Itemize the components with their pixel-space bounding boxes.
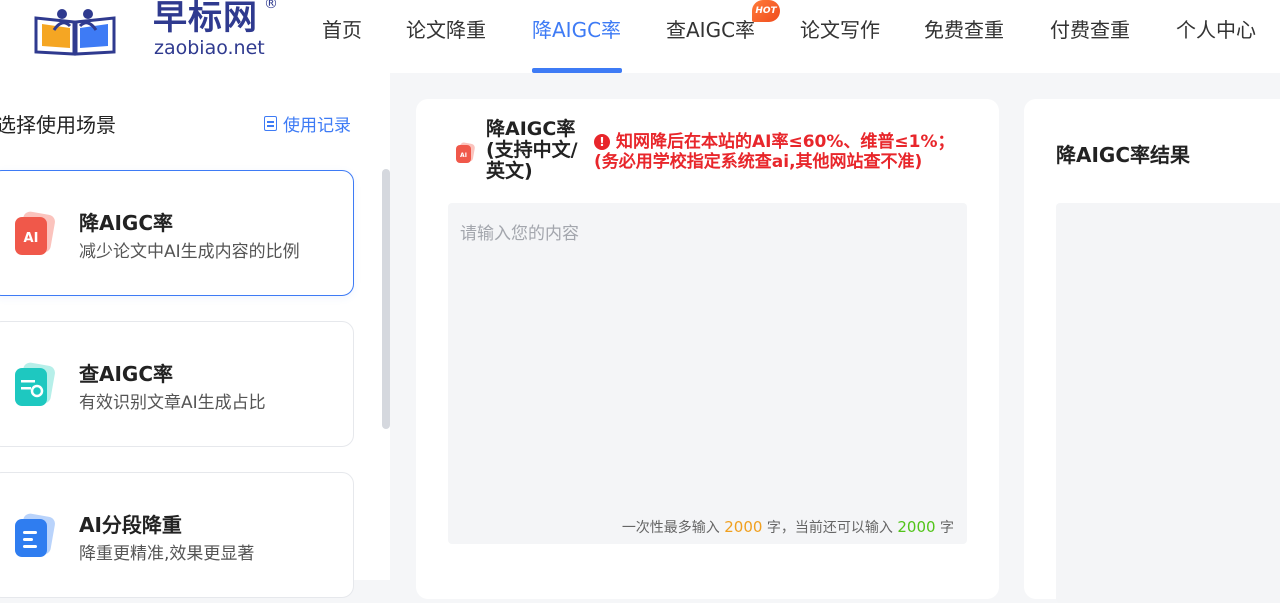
counter-mid: 字，当前还可以输入 [766,520,893,536]
sidebar-title: 选择使用场景 [0,113,116,137]
result-output [1056,203,1280,603]
top-header: 早标网 ® zaobiao.net 首页 论文降重 降AIGC率 查AIGC率 … [0,0,1280,73]
ai-check-icon [15,362,55,406]
registered-mark: ® [264,0,278,12]
scenario-sidebar: 选择使用场景 使用记录 AI 降AIGC率 减少论文中AI生成内容的比例 查AI… [0,73,390,598]
scenario-desc: 降重更精准,效果更显著 [79,544,255,564]
brand-name: 早标网 [153,0,258,38]
scenario-desc: 减少论文中AI生成内容的比例 [79,242,300,262]
nav-reduce-aigc[interactable]: 降AIGC率 [532,0,621,73]
remaining-chars: 2000 [897,518,936,536]
hot-badge: HOT [752,0,780,22]
panel-title: 降AIGC率(支持中文/英文) [486,118,578,182]
scenario-card-reduce-aigc[interactable]: AI 降AIGC率 减少论文中AI生成内容的比例 [0,170,354,296]
warning-text: 知网降后在本站的AI率≤60%、维普≤1%；(务必用学校指定系统查ai,其他网站… [594,132,955,172]
accuracy-warning: ! 知网降后在本站的AI率≤60%、维普≤1%；(务必用学校指定系统查ai,其他网… [594,132,974,172]
brand-domain: zaobiao.net [154,37,265,59]
site-logo[interactable]: 早标网 ® zaobiao.net [32,0,278,62]
history-label: 使用记录 [283,116,351,136]
nav-paid-check[interactable]: 付费查重 [1050,0,1130,73]
ai-reduce-icon: AI [456,142,475,163]
nav-paper-dedup[interactable]: 论文降重 [406,0,486,73]
scenario-card-check-aigc[interactable]: 查AIGC率 有效识别文章AI生成占比 [0,321,354,447]
ai-segment-icon [15,513,55,557]
counter-prefix: 一次性最多输入 [621,520,720,536]
svg-text:AI: AI [24,231,39,246]
result-title: 降AIGC率结果 [1056,143,1191,167]
counter-suffix: 字 [940,520,954,536]
book-readers-logo-icon [34,9,116,56]
nav-paper-writing[interactable]: 论文写作 [800,0,880,73]
scenario-desc: 有效识别文章AI生成占比 [79,393,266,413]
nav-user-center[interactable]: 个人中心 [1176,0,1256,73]
scenario-name: AI分段降重 [79,513,182,537]
svg-text:AI: AI [460,152,467,159]
scenario-card-ai-segment[interactable]: AI分段降重 降重更精准,效果更显著 [0,472,354,598]
char-counter: 一次性最多输入 2000 字，当前还可以输入 2000 字 [622,517,954,537]
nav-check-aigc[interactable]: 查AIGC率 [666,0,755,73]
sidebar-scrollbar[interactable] [382,169,390,429]
active-tab-indicator [532,68,622,73]
content-input[interactable] [448,203,967,544]
exclamation-circle-icon: ! [594,134,610,150]
max-chars: 2000 [724,518,763,536]
document-list-icon [264,116,277,131]
ai-reduce-icon: AI [15,211,55,255]
scenario-name: 降AIGC率 [79,211,174,235]
nav-free-check[interactable]: 免费查重 [924,0,1004,73]
result-panel: 降AIGC率结果 [1024,99,1280,603]
nav-home[interactable]: 首页 [322,0,362,73]
input-panel: AI 降AIGC率(支持中文/英文) ! 知网降后在本站的AI率≤60%、维普≤1… [416,99,999,599]
scenario-name: 查AIGC率 [79,362,174,386]
history-link[interactable]: 使用记录 [264,111,351,136]
